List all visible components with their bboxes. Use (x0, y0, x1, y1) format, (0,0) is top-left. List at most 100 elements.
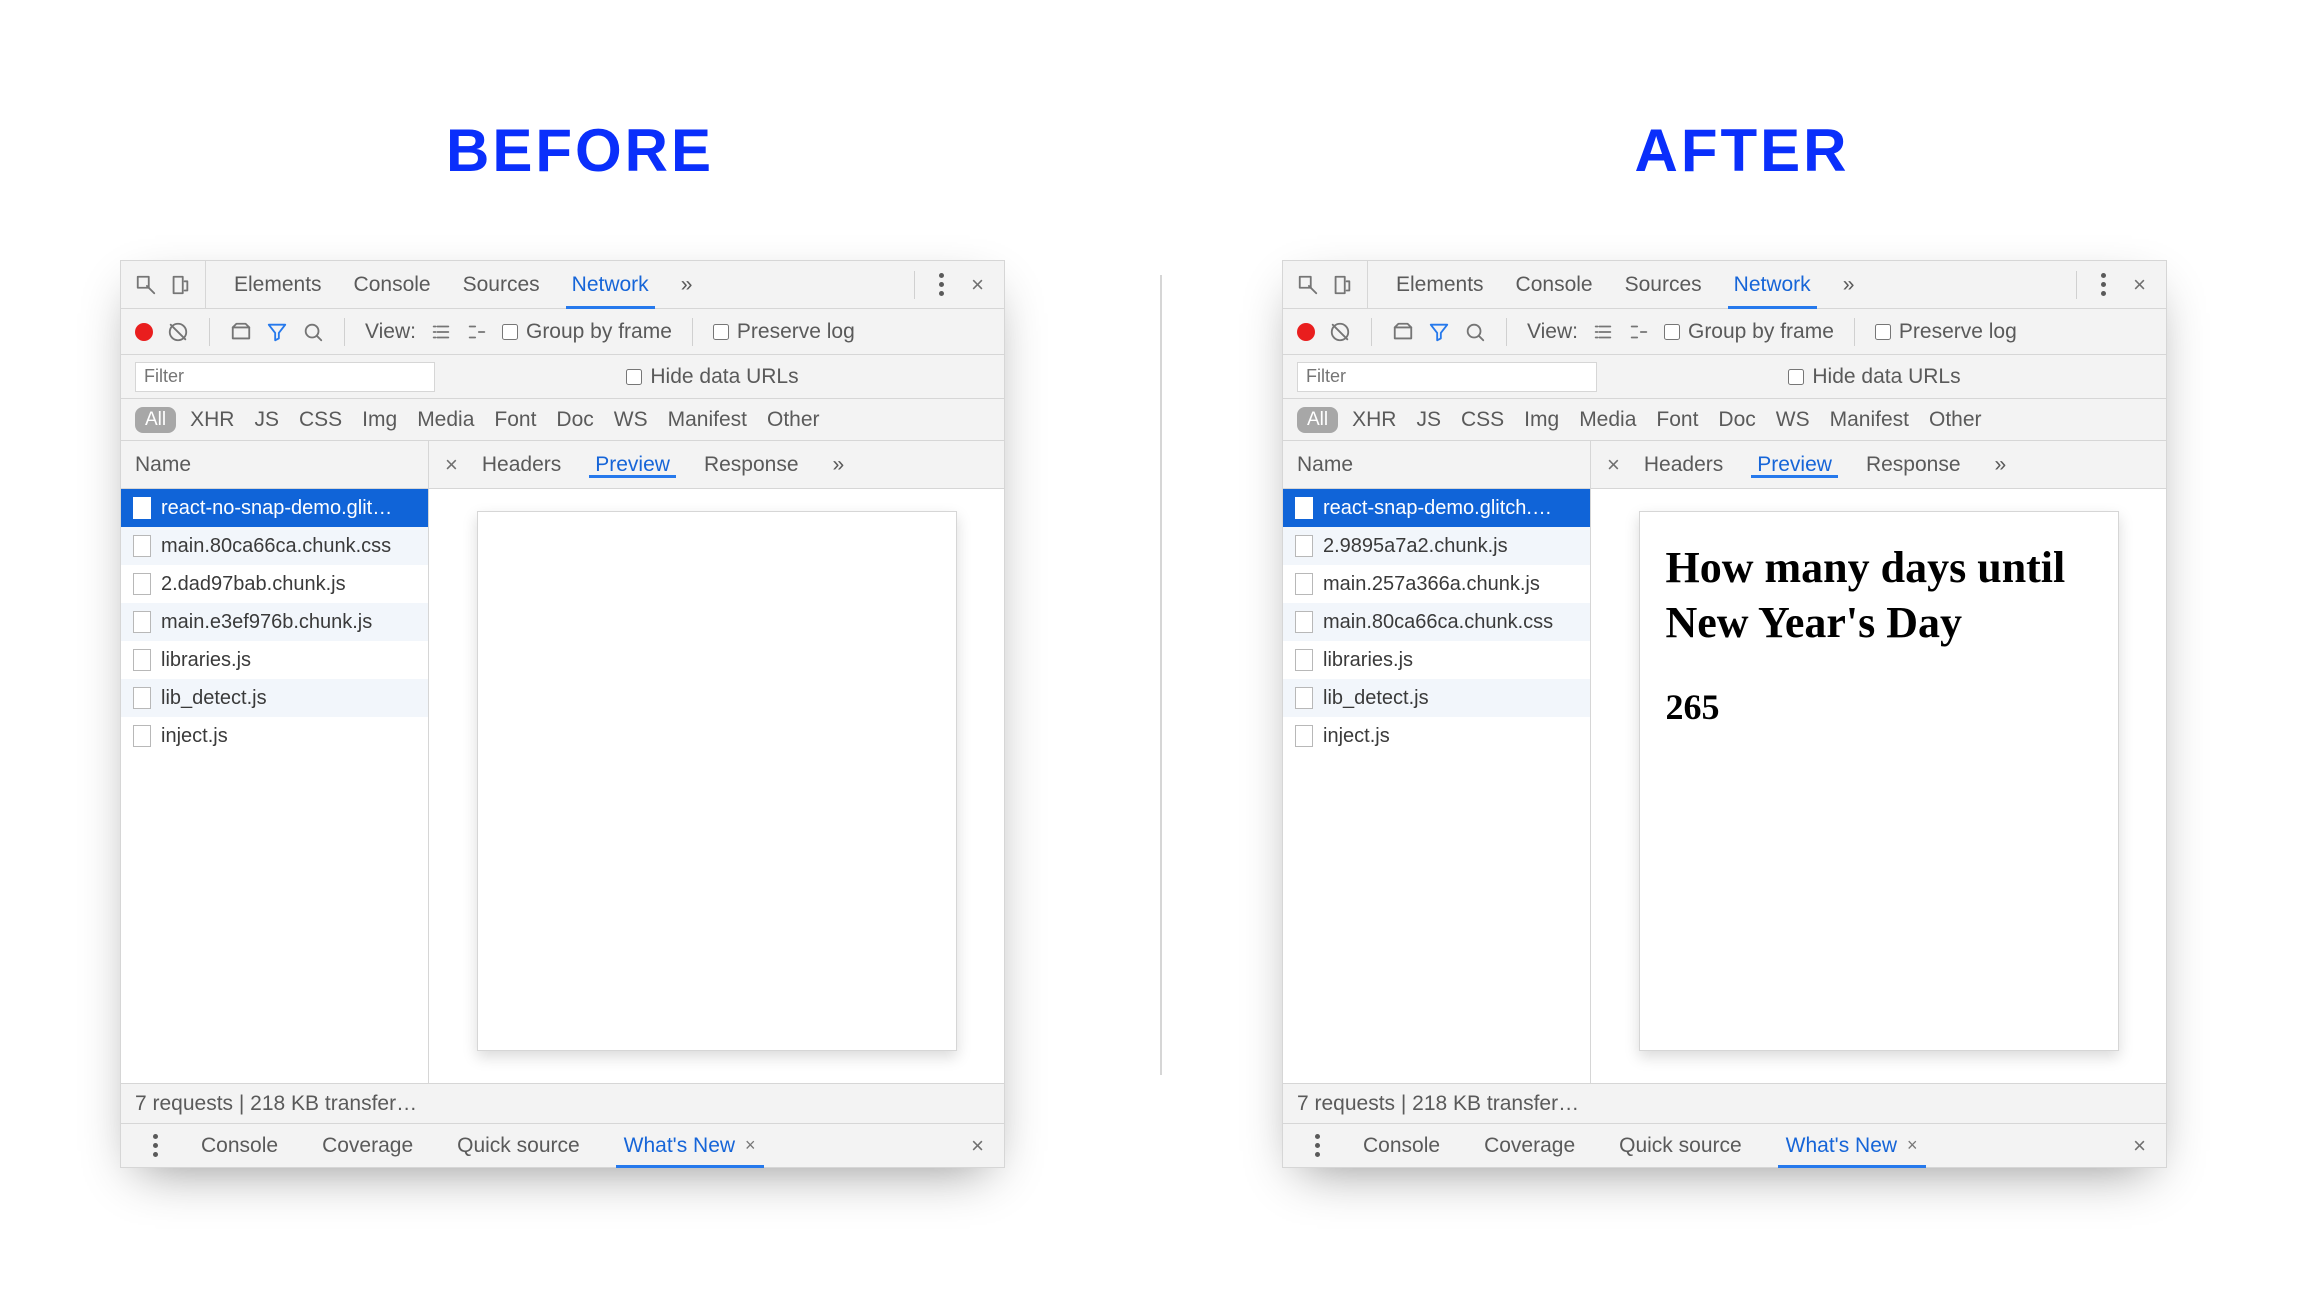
subtab-response[interactable]: Response (688, 453, 815, 477)
inspect-icon[interactable] (135, 274, 157, 296)
close-devtools-icon[interactable]: × (2127, 272, 2152, 298)
top-tab-console[interactable]: Console (1500, 261, 1609, 308)
request-row[interactable]: main.80ca66ca.chunk.css (1283, 603, 1590, 641)
record-icon[interactable] (1297, 323, 1315, 341)
filter-img[interactable]: Img (362, 408, 397, 432)
group-by-frame-checkbox[interactable]: Group by frame (502, 320, 672, 344)
drawer-close-icon[interactable]: × (2127, 1133, 2152, 1159)
name-column-header[interactable]: Name (135, 453, 191, 477)
filter-js[interactable]: JS (254, 408, 279, 432)
request-row[interactable]: react-no-snap-demo.glit… (121, 489, 428, 527)
camera-icon[interactable] (1392, 321, 1414, 343)
group-by-frame-checkbox[interactable]: Group by frame (1664, 320, 1834, 344)
filter-other[interactable]: Other (1929, 408, 1982, 432)
record-icon[interactable] (135, 323, 153, 341)
filter-font[interactable]: Font (1656, 408, 1698, 432)
top-tabs-overflow[interactable]: » (665, 261, 709, 308)
preserve-log-checkbox[interactable]: Preserve log (1875, 320, 2017, 344)
drawer-tab-what-s-new[interactable]: What's New× (602, 1124, 778, 1167)
drawer-tab-quick-source[interactable]: Quick source (1597, 1124, 1764, 1167)
top-tab-elements[interactable]: Elements (1380, 261, 1500, 308)
clear-icon[interactable] (1329, 321, 1351, 343)
subtab-preview[interactable]: Preview (579, 453, 686, 477)
list-view-icon[interactable] (1592, 321, 1614, 343)
request-row[interactable]: libraries.js (1283, 641, 1590, 679)
filter-manifest[interactable]: Manifest (668, 408, 747, 432)
drawer-tab-console[interactable]: Console (179, 1124, 300, 1167)
request-row[interactable]: main.257a366a.chunk.js (1283, 565, 1590, 603)
search-icon[interactable] (1464, 321, 1486, 343)
filter-manifest[interactable]: Manifest (1830, 408, 1909, 432)
subtab-response[interactable]: Response (1850, 453, 1977, 477)
hide-data-urls-checkbox[interactable]: Hide data URLs (1788, 365, 1960, 389)
request-row[interactable]: lib_detect.js (1283, 679, 1590, 717)
waterfall-view-icon[interactable] (1628, 321, 1650, 343)
filter-xhr[interactable]: XHR (190, 408, 234, 432)
hide-data-urls-checkbox[interactable]: Hide data URLs (626, 365, 798, 389)
drawer-tab-close-icon[interactable]: × (1907, 1135, 1918, 1156)
drawer-tab-coverage[interactable]: Coverage (300, 1124, 435, 1167)
drawer-tab-what-s-new[interactable]: What's New× (1764, 1124, 1940, 1167)
top-tab-network[interactable]: Network (1718, 261, 1827, 308)
subtab-headers[interactable]: Headers (466, 453, 577, 477)
subtab-preview[interactable]: Preview (1741, 453, 1848, 477)
drawer-kebab-icon[interactable] (1315, 1134, 1323, 1157)
filter-ws[interactable]: WS (1776, 408, 1810, 432)
subtab-headers[interactable]: Headers (1628, 453, 1739, 477)
request-row[interactable]: inject.js (1283, 717, 1590, 755)
drawer-tab-coverage[interactable]: Coverage (1462, 1124, 1597, 1167)
request-row[interactable]: react-snap-demo.glitch.… (1283, 489, 1590, 527)
filter-doc[interactable]: Doc (1718, 408, 1755, 432)
subtab-overflow[interactable]: » (817, 453, 861, 477)
name-column-header[interactable]: Name (1297, 453, 1353, 477)
top-tab-sources[interactable]: Sources (447, 261, 556, 308)
close-side-panel-icon[interactable]: × (1601, 452, 1626, 478)
filter-input[interactable] (1297, 362, 1597, 392)
filter-all-pill[interactable]: All (1297, 407, 1338, 433)
kebab-icon[interactable] (939, 273, 947, 296)
inspect-icon[interactable] (1297, 274, 1319, 296)
clear-icon[interactable] (167, 321, 189, 343)
top-tabs-overflow[interactable]: » (1827, 261, 1871, 308)
request-row[interactable]: 2.9895a7a2.chunk.js (1283, 527, 1590, 565)
camera-icon[interactable] (230, 321, 252, 343)
funnel-icon[interactable] (266, 321, 288, 343)
request-row[interactable]: 2.dad97bab.chunk.js (121, 565, 428, 603)
filter-css[interactable]: CSS (299, 408, 342, 432)
funnel-icon[interactable] (1428, 321, 1450, 343)
filter-js[interactable]: JS (1416, 408, 1441, 432)
request-row[interactable]: inject.js (121, 717, 428, 755)
filter-ws[interactable]: WS (614, 408, 648, 432)
drawer-tab-console[interactable]: Console (1341, 1124, 1462, 1167)
top-tab-console[interactable]: Console (338, 261, 447, 308)
subtab-overflow[interactable]: » (1979, 453, 2023, 477)
drawer-tab-close-icon[interactable]: × (745, 1135, 756, 1156)
filter-font[interactable]: Font (494, 408, 536, 432)
devices-icon[interactable] (169, 274, 191, 296)
request-row[interactable]: libraries.js (121, 641, 428, 679)
list-view-icon[interactable] (430, 321, 452, 343)
preserve-log-checkbox[interactable]: Preserve log (713, 320, 855, 344)
filter-css[interactable]: CSS (1461, 408, 1504, 432)
request-row[interactable]: main.e3ef976b.chunk.js (121, 603, 428, 641)
devices-icon[interactable] (1331, 274, 1353, 296)
drawer-close-icon[interactable]: × (965, 1133, 990, 1159)
filter-all-pill[interactable]: All (135, 407, 176, 433)
filter-img[interactable]: Img (1524, 408, 1559, 432)
close-devtools-icon[interactable]: × (965, 272, 990, 298)
top-tab-elements[interactable]: Elements (218, 261, 338, 308)
request-row[interactable]: main.80ca66ca.chunk.css (121, 527, 428, 565)
filter-media[interactable]: Media (1579, 408, 1636, 432)
top-tab-sources[interactable]: Sources (1609, 261, 1718, 308)
close-side-panel-icon[interactable]: × (439, 452, 464, 478)
filter-media[interactable]: Media (417, 408, 474, 432)
waterfall-view-icon[interactable] (466, 321, 488, 343)
drawer-kebab-icon[interactable] (153, 1134, 161, 1157)
top-tab-network[interactable]: Network (556, 261, 665, 308)
filter-doc[interactable]: Doc (556, 408, 593, 432)
filter-other[interactable]: Other (767, 408, 820, 432)
filter-input[interactable] (135, 362, 435, 392)
kebab-icon[interactable] (2101, 273, 2109, 296)
filter-xhr[interactable]: XHR (1352, 408, 1396, 432)
drawer-tab-quick-source[interactable]: Quick source (435, 1124, 602, 1167)
